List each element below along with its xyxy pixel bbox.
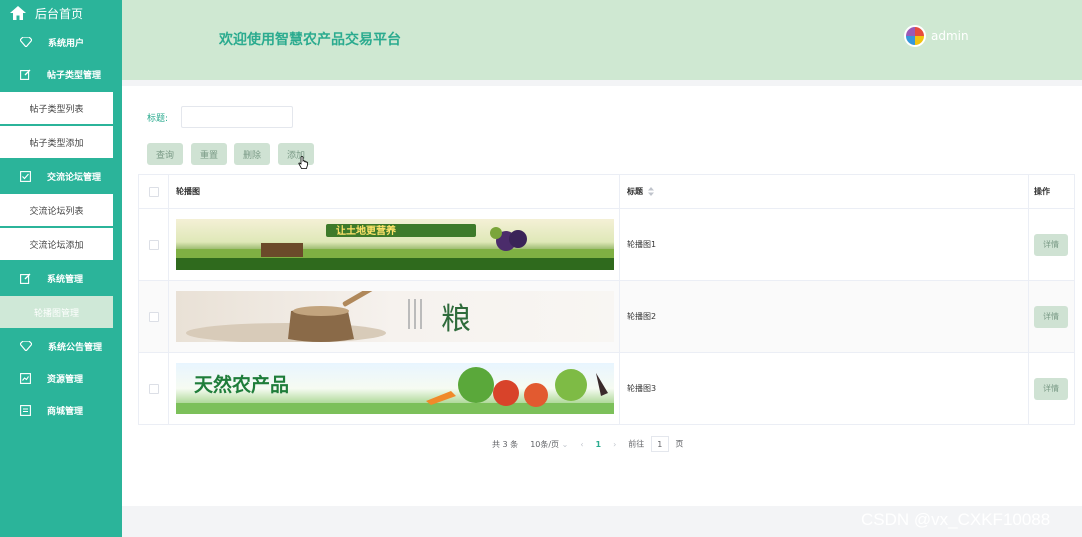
sidebar-item-8[interactable]: 轮播图管理 <box>0 296 113 328</box>
sidebar-group-label: 系统公告管理 <box>48 342 103 353</box>
watermark: CSDN @vx_CXKF10088 <box>861 510 1051 529</box>
select-all-checkbox[interactable] <box>148 186 159 197</box>
row-checkbox[interactable] <box>148 311 159 322</box>
page-title: 欢迎使用智慧农产品交易平台 <box>219 32 401 48</box>
detail-button[interactable]: 详情 <box>1034 233 1068 256</box>
table-row: 粮 轮播图2 详情 <box>139 281 1074 353</box>
sidebar-group-label: 系统管理 <box>47 274 84 285</box>
sidebar-group-4[interactable]: 交流论坛管理 <box>0 160 122 192</box>
top-header: 欢迎使用智慧农产品交易平台 admin <box>122 0 1082 80</box>
avatar <box>904 25 926 47</box>
row-title: 轮播图1 <box>620 209 1029 280</box>
sidebar-group-label: 交流论坛管理 <box>47 172 102 183</box>
search-label: 标题: <box>147 114 169 124</box>
table-row: 让土地更营养 轮播图1 详情 <box>139 209 1074 281</box>
diamond-icon <box>20 37 40 47</box>
pagination: 共 3 条 10条/页 ⌄ ‹ 1 › 前往 1 页 <box>492 436 683 452</box>
sidebar-item-3[interactable]: 帖子类型添加 <box>0 126 113 158</box>
page-number[interactable]: 1 <box>596 440 602 449</box>
banner-image: 粮 <box>176 291 614 342</box>
title-search-input[interactable] <box>181 106 293 128</box>
sidebar-item-6[interactable]: 交流论坛添加 <box>0 228 113 260</box>
home-icon <box>10 6 26 20</box>
edit-icon <box>20 273 39 284</box>
header-op: 操作 <box>1034 187 1050 196</box>
svg-text:粮: 粮 <box>441 302 471 337</box>
row-title: 轮播图3 <box>620 353 1029 424</box>
pagination-total: 共 3 条 <box>492 439 519 449</box>
header-image: 轮播图 <box>169 175 620 208</box>
sidebar-group-label: 帖子类型管理 <box>47 70 102 81</box>
row-checkbox[interactable] <box>148 239 159 250</box>
sidebar-group-label: 商城管理 <box>47 406 84 417</box>
main-panel: 标题: 查询 重置 删除 添加 轮播图 标题 操作 让土地更营养 轮播图1 详情… <box>122 86 1082 506</box>
goto-page-input[interactable]: 1 <box>650 436 669 452</box>
svg-text:让土地更营养: 让土地更营养 <box>336 224 397 237</box>
sidebar-group-10[interactable]: 资源管理 <box>0 362 122 394</box>
delete-button[interactable]: 删除 <box>234 143 271 165</box>
goto-page: 前往 1 页 <box>628 436 683 452</box>
sidebar-group-1[interactable]: 帖子类型管理 <box>0 58 122 90</box>
row-checkbox[interactable] <box>148 383 159 394</box>
header-title-label: 标题 <box>627 187 643 196</box>
banner-image: 让土地更营养 <box>176 219 614 270</box>
edit-icon <box>20 69 39 80</box>
svg-text:天然农产品: 天然农产品 <box>194 373 289 396</box>
chart-icon <box>20 372 39 384</box>
query-button[interactable]: 查询 <box>147 143 184 165</box>
banner-image: 天然农产品 <box>176 363 614 414</box>
prev-page-icon[interactable]: ‹ <box>580 440 583 449</box>
table-row: 天然农产品 轮播图3 详情 <box>139 353 1074 424</box>
sidebar-menu: 系统用户帖子类型管理帖子类型列表 帖子类型添加交流论坛管理交流论坛列表 交流论坛添加… <box>0 26 122 426</box>
sidebar-group-7[interactable]: 系统管理 <box>0 262 122 294</box>
banner-table: 轮播图 标题 操作 让土地更营养 轮播图1 详情 粮 轮播图2 详情 天然农产品… <box>138 174 1075 425</box>
sidebar: 后台首页 系统用户帖子类型管理帖子类型列表 帖子类型添加交流论坛管理交流论坛列表交… <box>0 0 122 537</box>
reset-button[interactable]: 重置 <box>191 143 228 165</box>
sidebar-group-11[interactable]: 商城管理 <box>0 394 122 426</box>
hand-cursor-icon <box>298 156 308 169</box>
detail-button[interactable]: 详情 <box>1034 305 1068 328</box>
sidebar-group-label: 系统用户 <box>48 38 85 49</box>
chevron-down-icon: ⌄ <box>561 439 569 449</box>
sort-icon[interactable] <box>647 187 655 196</box>
sidebar-group-label: 资源管理 <box>47 374 84 385</box>
table-header: 轮播图 标题 操作 <box>139 175 1074 209</box>
sidebar-item-5[interactable]: 交流论坛列表 <box>0 194 113 226</box>
home-link[interactable]: 后台首页 <box>0 0 122 26</box>
home-label: 后台首页 <box>35 6 84 21</box>
user-menu[interactable]: admin <box>904 25 969 47</box>
username: admin <box>931 29 969 43</box>
sidebar-group-0[interactable]: 系统用户 <box>0 26 122 58</box>
checkbox-icon <box>20 170 39 182</box>
sidebar-item-2[interactable]: 帖子类型列表 <box>0 92 113 124</box>
sidebar-group-9[interactable]: 系统公告管理 <box>0 330 122 362</box>
row-title: 轮播图2 <box>620 281 1029 352</box>
header-title[interactable]: 标题 <box>620 175 1029 208</box>
next-page-icon[interactable]: › <box>613 440 616 449</box>
page-size-select[interactable]: 10条/页 ⌄ <box>530 439 568 450</box>
doc-icon <box>20 404 39 416</box>
diamond-icon <box>20 341 40 351</box>
detail-button[interactable]: 详情 <box>1034 377 1068 400</box>
add-button[interactable]: 添加 <box>278 143 315 165</box>
